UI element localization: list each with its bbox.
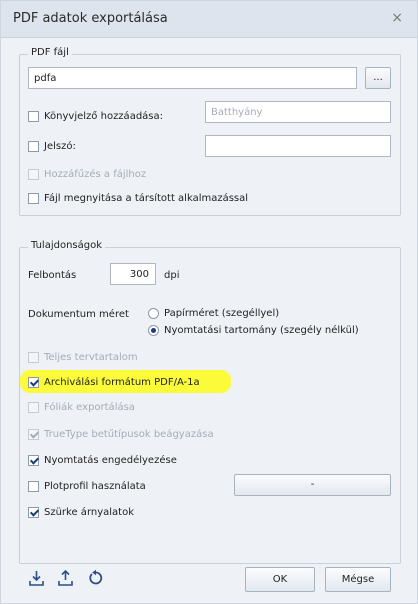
plot-profile-checkbox[interactable] [28, 480, 39, 492]
append-label: Hozzáfűzés a fájlhoz [44, 168, 147, 180]
open-file-label: Fájl megnyitása a társított alkalmazássa… [44, 192, 249, 204]
pdf-export-dialog: PDF adatok exportálása × PDF fájl ... Kö… [0, 0, 418, 604]
bookmarks-label: Könyvjelző hozzáadása: [44, 110, 163, 122]
archive-label: Archiválási formátum PDF/A-1a [44, 376, 200, 388]
password-label: Jelszó: [44, 140, 76, 152]
print-range-option[interactable]: Nyomtatási tartomány (szegély nélkül) [148, 321, 359, 339]
paper-size-label: Papírméret (szegéllyel) [164, 307, 280, 319]
open-file-checkbox[interactable] [28, 192, 39, 204]
pdf-filename-input[interactable] [28, 67, 357, 89]
export-layers-checkbox[interactable] [28, 401, 39, 413]
allow-print-checkbox[interactable] [28, 454, 39, 466]
allow-print-row[interactable]: Nyomtatás engedélyezése [28, 451, 177, 469]
plot-profile-label: Plotprofil használata [44, 480, 146, 492]
bookmarks-input[interactable] [205, 101, 391, 123]
browse-button[interactable]: ... [365, 67, 391, 89]
append-checkbox[interactable] [28, 168, 39, 180]
export-layers-label: Fóliák exportálása [44, 401, 135, 413]
dialog-body: PDF fájl ... Könyvjelző hozzáadása: Jels… [1, 38, 417, 603]
export-icon[interactable] [57, 569, 75, 587]
close-icon[interactable]: × [391, 10, 403, 26]
archive-checkbox[interactable] [28, 376, 39, 388]
full-content-label: Teljes tervtartalom [44, 351, 138, 363]
print-range-label: Nyomtatási tartomány (szegély nélkül) [164, 324, 359, 336]
bookmarks-checkbox[interactable] [28, 110, 39, 122]
title-bar: PDF adatok exportálása × [1, 1, 417, 38]
paper-size-option[interactable]: Papírméret (szegéllyel) [148, 304, 279, 322]
archive-row[interactable]: Archiválási formátum PDF/A-1a [28, 373, 200, 391]
grayscale-label: Szürke árnyalatok [44, 506, 134, 518]
resolution-input[interactable] [110, 263, 156, 285]
grayscale-row[interactable]: Szürke árnyalatok [28, 503, 134, 521]
password-row[interactable]: Jelszó: [28, 137, 76, 155]
truetype-label: TrueType betűtípusok beágyazása [44, 428, 214, 440]
bookmarks-row[interactable]: Könyvjelző hozzáadása: [28, 107, 163, 125]
resolution-label: Felbontás [28, 270, 77, 281]
plot-profile-row[interactable]: Plotprofil használata [28, 477, 146, 495]
password-checkbox[interactable] [28, 140, 39, 152]
document-size-label: Dokumentum méret [28, 309, 129, 320]
allow-print-label: Nyomtatás engedélyezése [44, 454, 177, 466]
password-input[interactable] [205, 135, 391, 157]
paper-size-radio[interactable] [148, 307, 159, 319]
plot-profile-select-button[interactable]: - [234, 474, 391, 496]
cancel-button[interactable]: Mégse [325, 567, 391, 592]
full-content-row: Teljes tervtartalom [28, 348, 138, 366]
dialog-title: PDF adatok exportálása [13, 11, 168, 26]
resolution-unit: dpi [164, 270, 180, 281]
pdf-file-legend: PDF fájl [28, 47, 72, 58]
reset-icon[interactable] [87, 569, 105, 587]
grayscale-checkbox[interactable] [28, 506, 39, 518]
properties-legend: Tulajdonságok [28, 240, 106, 251]
export-layers-row: Fóliák exportálása [28, 398, 135, 416]
append-row: Hozzáfűzés a fájlhoz [28, 165, 146, 183]
import-icon[interactable] [28, 569, 46, 587]
print-range-radio[interactable] [148, 324, 159, 336]
open-file-row[interactable]: Fájl megnyitása a társított alkalmazássa… [28, 189, 248, 207]
ok-button[interactable]: OK [245, 567, 315, 592]
truetype-row: TrueType betűtípusok beágyazása [28, 425, 214, 443]
truetype-checkbox[interactable] [28, 428, 39, 440]
full-content-checkbox[interactable] [28, 351, 39, 363]
